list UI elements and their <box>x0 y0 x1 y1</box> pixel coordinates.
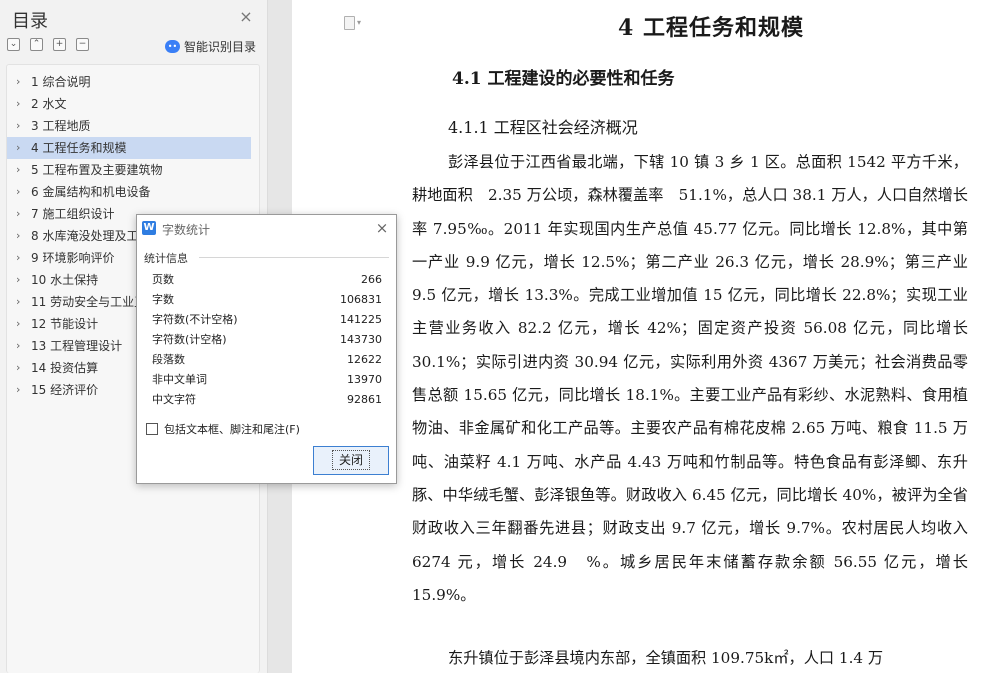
stats-table: 页数 266 字数 106831 字符数(不计空格) 141225 字符数(计空格) 1437… <box>137 270 396 410</box>
word-count-dialog: W 字数统计 × 统计信息 页数 266 字数 106831 字符数(不计空格) 1412… <box>136 214 397 484</box>
stat-value: 92861 <box>347 393 382 406</box>
toc-item-label: 15 经济评价 <box>31 383 99 397</box>
heading-3: 4.1.1 工程区社会经济概况 <box>448 118 638 137</box>
stat-label: 字符数(不计空格) <box>152 313 238 326</box>
smart-toc-button[interactable]: •• 智能识别目录 <box>165 38 256 55</box>
remove-level-icon[interactable]: − <box>76 38 89 51</box>
chevron-right-icon[interactable]: › <box>16 379 20 401</box>
close-button-label: 关闭 <box>331 450 370 470</box>
chevron-right-icon[interactable]: › <box>16 291 20 313</box>
toc-item-label: 6 金属结构和机电设备 <box>31 185 151 199</box>
stat-label: 段落数 <box>152 353 185 366</box>
stat-row: 段落数 12622 <box>137 350 396 370</box>
stat-row: 中文字符 92861 <box>137 390 396 410</box>
toc-item-label: 3 工程地质 <box>31 119 91 133</box>
chevron-right-icon[interactable]: › <box>16 313 20 335</box>
stat-label: 字数 <box>152 293 174 306</box>
include-textbox-checkbox[interactable] <box>146 423 158 435</box>
dialog-close-icon[interactable]: × <box>375 220 389 236</box>
stat-label: 非中文单词 <box>152 373 207 386</box>
add-level-icon[interactable]: + <box>53 38 66 51</box>
stats-section-label: 统计信息 <box>144 252 188 265</box>
chevron-right-icon[interactable]: › <box>16 181 20 203</box>
stat-value: 106831 <box>340 293 382 306</box>
toc-item[interactable]: › 3 工程地质 <box>7 115 251 137</box>
toc-item-label: 2 水文 <box>31 97 67 111</box>
stat-row: 字符数(不计空格) 141225 <box>137 310 396 330</box>
collapse-all-icon[interactable]: ⌄ <box>7 38 20 51</box>
include-textbox-option[interactable]: 包括文本框、脚注和尾注(F) <box>146 421 300 437</box>
toc-item-label: 13 工程管理设计 <box>31 339 123 353</box>
stat-label: 字符数(计空格) <box>152 333 227 346</box>
stat-row: 字数 106831 <box>137 290 396 310</box>
toc-item[interactable]: › 1 综合说明 <box>7 71 251 93</box>
dialog-title: 字数统计 <box>162 223 211 237</box>
toc-item-label: 10 水土保持 <box>31 273 99 287</box>
body-paragraph: 彭泽县位于江西省最北端，下辖 10 镇 3 乡 1 区。总面积 1542 平方千… <box>412 153 968 604</box>
chevron-right-icon[interactable]: › <box>16 357 20 379</box>
toc-title: 目录 <box>12 11 48 32</box>
stat-value: 266 <box>361 273 382 286</box>
toc-item-label: 7 施工组织设计 <box>31 207 115 221</box>
chevron-right-icon[interactable]: › <box>16 269 20 291</box>
stat-value: 141225 <box>340 313 382 326</box>
body-paragraph-2: 东升镇位于彭泽县境内东部，全镇面积 109.75k㎡，人口 1.4 万 <box>448 649 884 667</box>
stat-row: 字符数(计空格) 143730 <box>137 330 396 350</box>
stat-value: 13970 <box>347 373 382 386</box>
toc-item-label: 8 水库淹没处理及工 <box>31 229 139 243</box>
toc-item[interactable]: › 4 工程任务和规模 <box>7 137 251 159</box>
stat-row: 非中文单词 13970 <box>137 370 396 390</box>
toc-item[interactable]: › 6 金属结构和机电设备 <box>7 181 251 203</box>
toc-item-label: 9 环境影响评价 <box>31 251 115 265</box>
toc-item[interactable]: › 5 工程布置及主要建筑物 <box>7 159 251 181</box>
chevron-right-icon[interactable]: › <box>16 335 20 357</box>
stat-value: 12622 <box>347 353 382 366</box>
stat-label: 中文字符 <box>152 393 196 406</box>
stat-row: 页数 266 <box>137 270 396 290</box>
chevron-right-icon[interactable]: › <box>16 225 20 247</box>
expand-up-icon[interactable]: ⌃ <box>30 38 43 51</box>
smart-recognize-icon: •• <box>165 40 180 53</box>
toc-toolbar: ⌄ ⌃ + − <box>7 38 89 54</box>
chevron-right-icon[interactable]: › <box>16 203 20 225</box>
heading-1: 4 工程任务和规模 <box>618 15 804 41</box>
toc-item-label: 4 工程任务和规模 <box>31 141 127 155</box>
include-textbox-label: 包括文本框、脚注和尾注(F) <box>164 423 300 436</box>
chevron-right-icon[interactable]: › <box>16 93 20 115</box>
toc-close-icon[interactable]: × <box>238 9 254 25</box>
toc-item-label: 11 劳动安全与工业卫 <box>31 295 147 309</box>
toc-item-label: 5 工程布置及主要建筑物 <box>31 163 163 177</box>
chevron-right-icon[interactable]: › <box>16 159 20 181</box>
heading-2: 4.1 工程建设的必要性和任务 <box>452 69 675 89</box>
wps-writer-icon: W <box>142 221 156 235</box>
close-button[interactable]: 关闭 <box>313 446 389 475</box>
dialog-titlebar[interactable]: W 字数统计 × <box>137 215 396 243</box>
toc-item-label: 12 节能设计 <box>31 317 99 331</box>
chevron-right-icon[interactable]: › <box>16 115 20 137</box>
chevron-right-icon[interactable]: › <box>16 137 20 159</box>
stat-label: 页数 <box>152 273 174 286</box>
chevron-right-icon[interactable]: › <box>16 71 20 93</box>
chevron-right-icon[interactable]: › <box>16 247 20 269</box>
toc-item-label: 1 综合说明 <box>31 75 91 89</box>
smart-toc-label: 智能识别目录 <box>184 40 257 54</box>
section-divider <box>199 257 389 258</box>
toc-item[interactable]: › 2 水文 <box>7 93 251 115</box>
document-view-icon[interactable]: ▾ <box>344 15 370 33</box>
stat-value: 143730 <box>340 333 382 346</box>
toc-item-label: 14 投资估算 <box>31 361 99 375</box>
